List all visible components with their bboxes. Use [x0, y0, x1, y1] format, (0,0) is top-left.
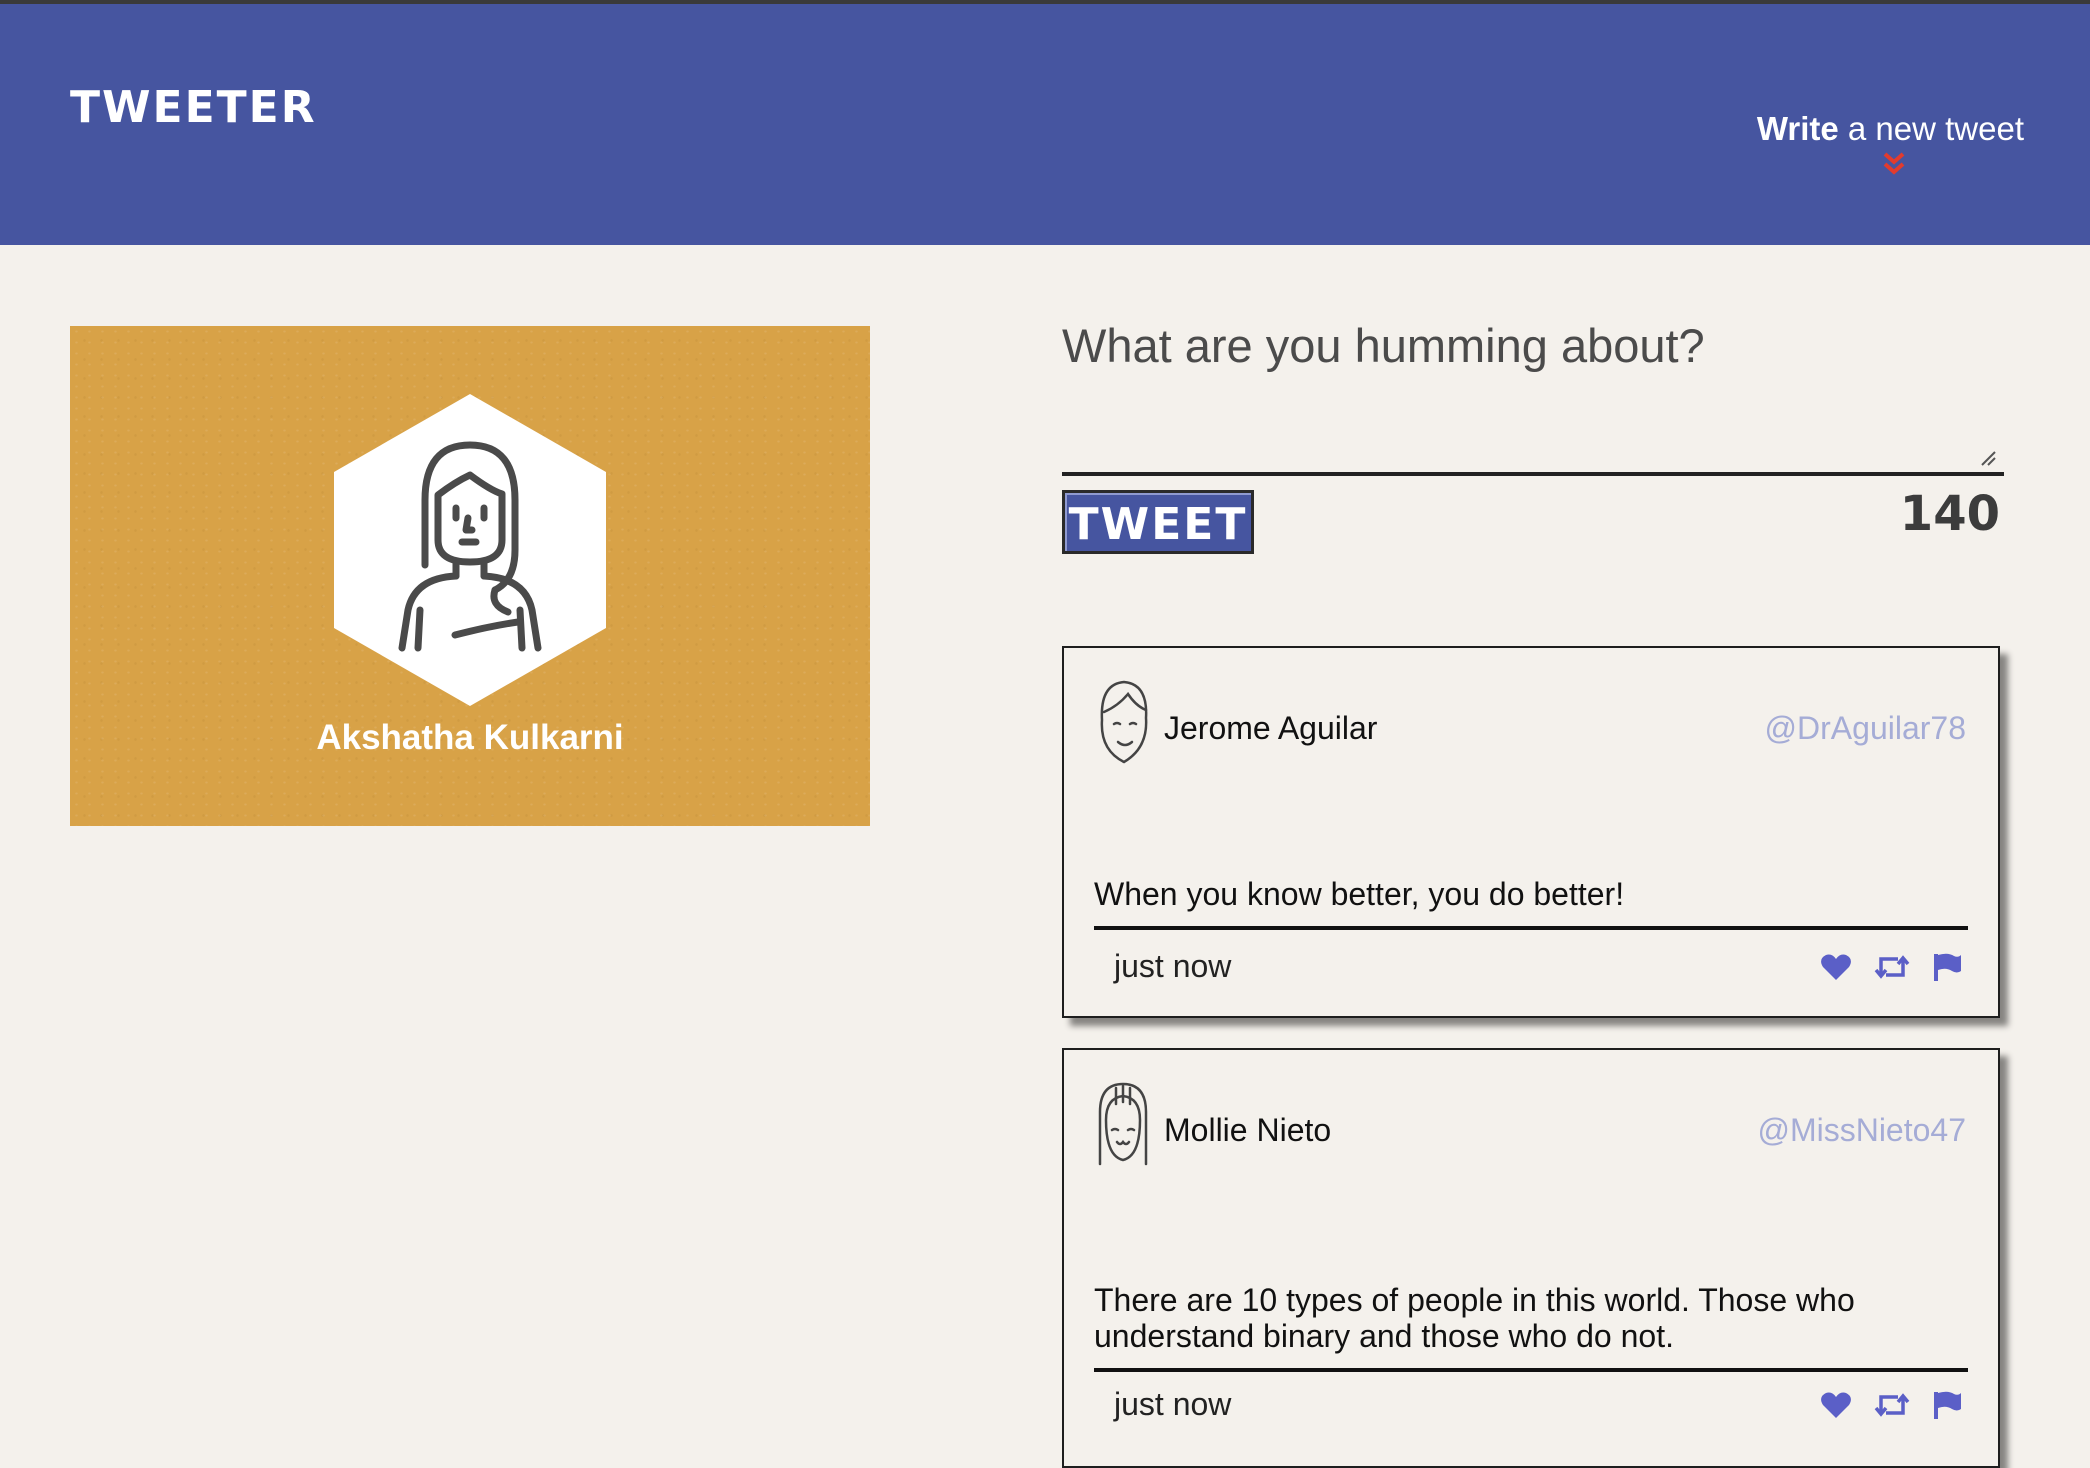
profile-card: Akshatha Kulkarni	[70, 326, 870, 826]
tweet-body: When you know better, you do better!	[1094, 876, 1968, 930]
tweet-body: There are 10 types of people in this wor…	[1094, 1282, 1968, 1372]
user-avatar-icon	[1096, 1078, 1150, 1175]
double-chevron-down-icon[interactable]	[1882, 151, 1906, 182]
character-counter: 140	[1899, 486, 2000, 542]
retweet-icon[interactable]	[1874, 1391, 1910, 1424]
profile-name: Akshatha Kulkarni	[316, 718, 624, 757]
tweet-submit-button[interactable]: TWEET	[1062, 490, 1254, 554]
flag-icon[interactable]	[1932, 952, 1962, 987]
tweet-author-name[interactable]: Jerome Aguilar	[1164, 710, 1377, 747]
tweet-author-name[interactable]: Mollie Nieto	[1164, 1112, 1331, 1149]
tweet-timestamp: just now	[1114, 1386, 1232, 1422]
resize-handle-icon[interactable]	[1980, 450, 1996, 471]
tweet-actions	[1820, 1390, 1962, 1425]
tweet-author-handle[interactable]: @DrAguilar78	[1765, 710, 1966, 747]
retweet-icon[interactable]	[1874, 953, 1910, 986]
write-new-tweet-bold: Write	[1756, 110, 1839, 147]
tweet-card: Mollie Nieto @MissNieto47 There are 10 t…	[1062, 1048, 2000, 1468]
write-new-tweet-link[interactable]: Write a new tweet	[1757, 110, 2024, 148]
tweet-card: Jerome Aguilar @DrAguilar78 When you kno…	[1062, 646, 2000, 1018]
tweet-timestamp: just now	[1114, 948, 1232, 984]
composer-prompt: What are you humming about?	[1062, 319, 1705, 372]
tweet-author-handle[interactable]: @MissNieto47	[1757, 1112, 1966, 1149]
flag-icon[interactable]	[1932, 1390, 1962, 1425]
profile-avatar	[330, 390, 610, 715]
top-navbar: TWEETER Write a new tweet	[0, 4, 2090, 245]
heart-icon[interactable]	[1820, 1391, 1852, 1424]
tweet-actions	[1820, 952, 1962, 987]
heart-icon[interactable]	[1820, 953, 1852, 986]
tweet-textarea[interactable]	[1062, 396, 2004, 476]
user-avatar-icon	[1096, 676, 1150, 773]
brand-logo[interactable]: TWEETER	[70, 82, 317, 133]
write-new-tweet-rest: a new tweet	[1838, 110, 2024, 147]
